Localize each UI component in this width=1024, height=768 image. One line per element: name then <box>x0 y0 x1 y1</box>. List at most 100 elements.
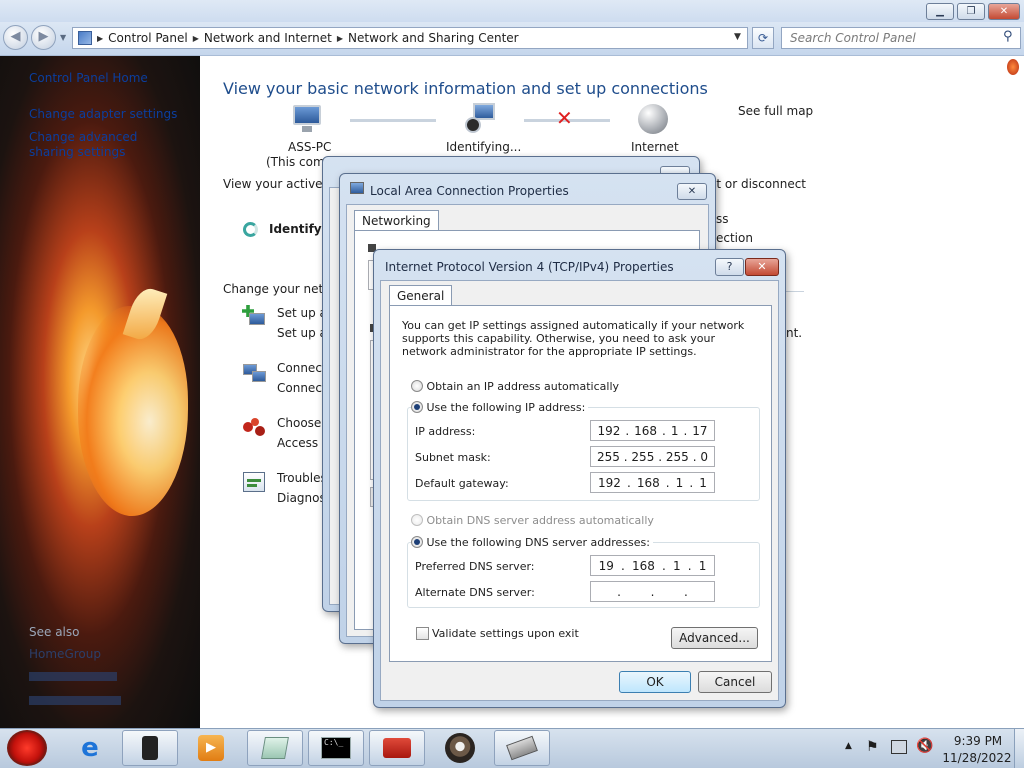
back-button[interactable]: ◀ <box>3 25 28 50</box>
use-dns-option[interactable]: Use the following DNS server addresses: <box>411 536 653 549</box>
volume-muted-icon[interactable]: 🔇 <box>916 738 933 754</box>
octet-3[interactable]: 1 <box>671 424 679 438</box>
dot: . <box>662 423 666 438</box>
control-panel-icon <box>78 31 92 45</box>
setup-connection-link[interactable]: Set up a <box>277 306 327 320</box>
change-adapter-settings-link[interactable]: Change adapter settings <box>29 107 177 122</box>
taskbar-app-cmd[interactable]: C:\_ <box>308 730 364 766</box>
close-button[interactable]: ✕ <box>677 183 707 200</box>
media-player-icon[interactable]: ▶ <box>198 735 224 761</box>
start-button[interactable] <box>7 730 47 766</box>
identifying-spinner-icon <box>243 222 258 237</box>
connect-network-link[interactable]: Connect <box>277 361 327 375</box>
taskbar-app-ps3[interactable] <box>122 730 178 766</box>
breadcrumb-network-internet[interactable]: Network and Internet <box>204 31 332 45</box>
octet-1[interactable]: 19 <box>599 559 614 573</box>
taskbar-app-network[interactable] <box>494 730 550 766</box>
clock-time[interactable]: 9:39 PM <box>953 734 1003 748</box>
use-ip-option[interactable]: Use the following IP address: <box>411 401 589 414</box>
octet-3[interactable]: 1 <box>673 559 681 573</box>
no-connection-x-icon[interactable]: ✕ <box>556 108 573 128</box>
connect-disconnect-link[interactable]: Connect or disconnect <box>716 177 806 191</box>
octet-4[interactable]: 0 <box>700 450 708 464</box>
taskbar-app-notepad[interactable] <box>247 730 303 766</box>
troubleshoot-icon <box>243 472 265 492</box>
subnet-mask-input[interactable]: 255. 255. 255. 0 <box>590 446 715 467</box>
identifying-label: Identifying... <box>446 140 522 154</box>
see-full-map-link[interactable]: See full map <box>738 104 813 118</box>
setup-connection-desc: Set up a <box>277 326 327 340</box>
chevron-right-icon[interactable]: ▶ <box>193 34 199 43</box>
preferred-dns-input[interactable]: 19. 168. 1. 1 <box>590 555 715 576</box>
radio-obtain-ip[interactable] <box>411 380 423 392</box>
homegroup-link[interactable]: HomeGroup <box>29 647 101 661</box>
maximize-button[interactable]: ❐ <box>957 3 985 20</box>
search-icon[interactable]: ⚲ <box>1003 29 1013 44</box>
show-hidden-icons-icon[interactable]: ▲ <box>845 741 852 751</box>
validate-checkbox[interactable] <box>416 627 429 640</box>
help-icon[interactable] <box>1007 59 1019 75</box>
obtain-ip-label: Obtain an IP address automatically <box>426 380 620 393</box>
minimize-button[interactable]: ▁ <box>926 3 954 20</box>
octet-4[interactable]: 1 <box>699 559 707 573</box>
tab-networking[interactable]: Networking <box>354 210 439 230</box>
octet-1[interactable]: 192 <box>598 476 621 490</box>
action-center-flag-icon[interactable]: ⚑ <box>866 739 879 755</box>
help-button[interactable]: ? <box>715 258 744 276</box>
radio-use-dns[interactable] <box>411 536 423 548</box>
close-window-button[interactable]: ✕ <box>988 3 1020 20</box>
ok-button[interactable]: OK <box>619 671 691 693</box>
homegroup-options-icon <box>243 418 267 438</box>
breadcrumb-control-panel[interactable]: Control Panel <box>108 31 188 45</box>
troubleshoot-link[interactable]: Troubles <box>277 471 327 485</box>
refresh-button[interactable]: ⟳ <box>752 27 774 49</box>
show-desktop-button[interactable] <box>1014 729 1024 768</box>
default-gateway-input[interactable]: 192. 168. 1. 1 <box>590 472 715 493</box>
internet-explorer-icon[interactable]: e <box>73 733 107 763</box>
alternate-dns-input[interactable]: . . . <box>590 581 715 602</box>
radio-obtain-dns <box>411 514 423 526</box>
close-button[interactable]: ✕ <box>745 258 779 276</box>
octet-2[interactable]: 168 <box>637 476 660 490</box>
chevron-right-icon[interactable]: ▶ <box>337 34 343 43</box>
active-networks-heading: View your active networks <box>223 177 325 191</box>
octet-2[interactable]: 168 <box>634 424 657 438</box>
dialog-title: Internet Protocol Version 4 (TCP/IPv4) P… <box>385 260 674 274</box>
octet-1[interactable]: 255 <box>597 450 620 464</box>
octet-4[interactable]: 17 <box>692 424 707 438</box>
octet-3[interactable]: 1 <box>676 476 684 490</box>
see-also-heading: See also <box>29 625 80 639</box>
octet-4[interactable]: 1 <box>699 476 707 490</box>
cancel-button[interactable]: Cancel <box>698 671 772 693</box>
game-console-icon <box>142 736 158 760</box>
ip-address-input[interactable]: 192. 168. 1. 17 <box>590 420 715 441</box>
octet-3[interactable]: 255 <box>666 450 689 464</box>
taskbar-app-toolbox[interactable] <box>369 730 425 766</box>
windows-firewall-link[interactable] <box>29 696 121 705</box>
network-status-icon[interactable] <box>891 740 907 754</box>
dot: . <box>662 558 666 573</box>
control-panel-home-link[interactable]: Control Panel Home <box>29 71 148 86</box>
advanced-button[interactable]: Advanced... <box>671 627 758 649</box>
breadcrumb: ▶ Control Panel ▶ Network and Internet ▶… <box>78 30 519 46</box>
subnet-mask-label: Subnet mask: <box>415 451 491 464</box>
change-advanced-sharing-link[interactable]: Change advanced sharing settings <box>29 130 169 160</box>
recent-pages-icon[interactable]: ▼ <box>60 33 66 42</box>
clock-date[interactable]: 11/28/2022 <box>941 751 1013 765</box>
chevron-right-icon[interactable]: ▶ <box>97 34 103 43</box>
tab-general[interactable]: General <box>389 285 453 305</box>
raccoon-app-icon[interactable] <box>445 733 475 763</box>
radio-use-ip[interactable] <box>411 401 423 413</box>
address-dropdown-icon[interactable]: ▼ <box>734 32 741 42</box>
search-input[interactable]: Search Control Panel <box>781 27 1021 49</box>
obtain-dns-label: Obtain DNS server address automatically <box>426 514 654 527</box>
obtain-ip-option[interactable]: Obtain an IP address automatically <box>411 380 619 393</box>
internet-options-link[interactable] <box>29 672 117 681</box>
internet-globe-icon <box>638 104 668 134</box>
forward-button[interactable]: ▶ <box>31 25 56 50</box>
octet-2[interactable]: 168 <box>632 559 655 573</box>
octet-2[interactable]: 255 <box>631 450 654 464</box>
connection-link-fragment[interactable]: ection <box>716 231 753 245</box>
breadcrumb-network-sharing[interactable]: Network and Sharing Center <box>348 31 519 45</box>
octet-1[interactable]: 192 <box>597 424 620 438</box>
